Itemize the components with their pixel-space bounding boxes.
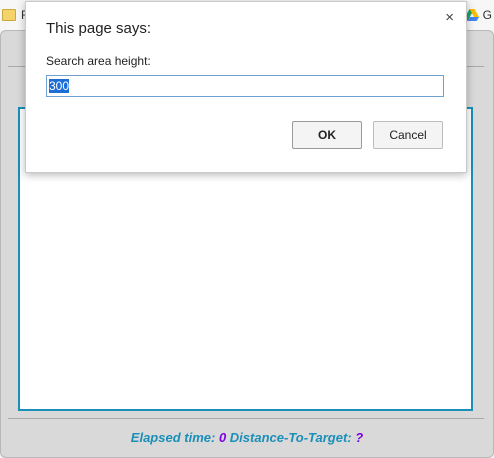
- folder-icon: [2, 9, 16, 21]
- search-area-height-input[interactable]: [46, 75, 444, 97]
- bookmark-drive[interactable]: G: [464, 8, 492, 22]
- bookmark-drive-label: G: [482, 8, 492, 22]
- distance-to-target-value: ?: [355, 430, 364, 445]
- ok-button[interactable]: OK: [292, 121, 362, 149]
- dialog-title: This page says:: [46, 20, 152, 37]
- dialog-prompt-label: Search area height:: [46, 54, 151, 68]
- prompt-dialog: This page says: × Search area height: OK…: [25, 1, 467, 173]
- status-line: Elapsed time: 0 Distance-To-Target: ?: [0, 430, 494, 445]
- cancel-button[interactable]: Cancel: [373, 121, 443, 149]
- elapsed-time-value: 0: [218, 430, 227, 445]
- close-icon[interactable]: ×: [445, 10, 454, 25]
- distance-to-target-label: Distance-To-Target:: [229, 430, 352, 445]
- browser-screen: F G Elapsed time: 0 Distance-To-Target: …: [0, 0, 494, 458]
- elapsed-time-label: Elapsed time:: [130, 430, 216, 445]
- divider-bottom: [8, 418, 484, 419]
